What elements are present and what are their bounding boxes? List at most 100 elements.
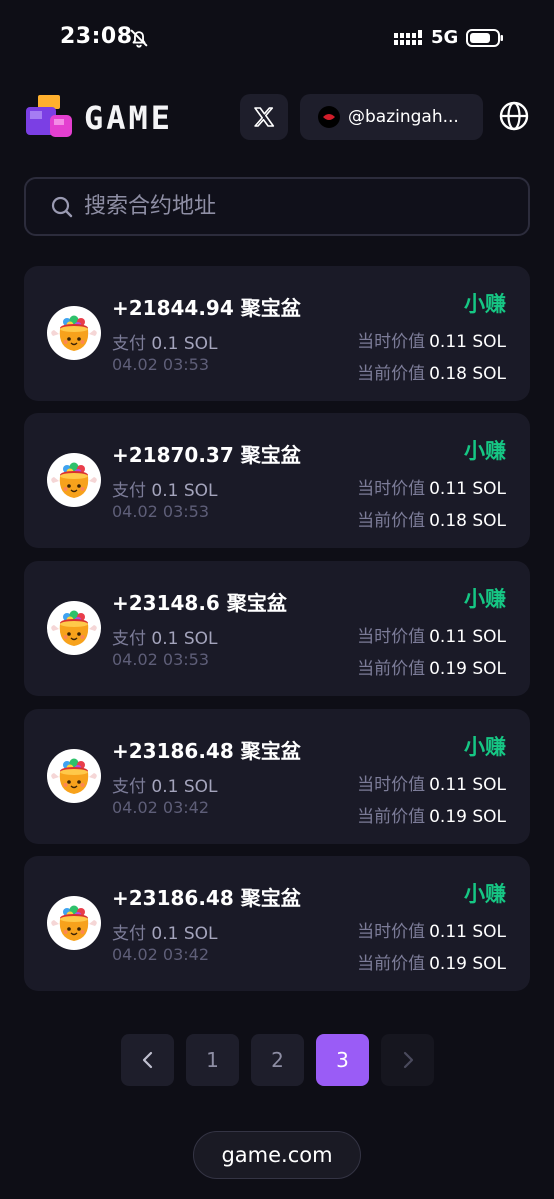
card-token-name: 聚宝盆 — [240, 443, 301, 467]
card-pay: 支付 0.1 SOL — [112, 476, 218, 501]
next-page-button[interactable] — [381, 1034, 434, 1086]
card-amount: +23186.48 — [112, 739, 234, 763]
card-date: 04.02 03:53 — [112, 502, 209, 521]
globe-icon[interactable] — [497, 99, 531, 133]
pay-value: 0.1 SOL — [151, 777, 218, 797]
chevron-left-icon — [142, 1051, 152, 1069]
chevron-right-icon — [403, 1051, 413, 1069]
pay-value: 0.1 SOL — [151, 334, 218, 354]
user-avatar — [318, 106, 340, 128]
value-at-time: 0.11 SOL — [429, 479, 506, 499]
pay-value: 0.1 SOL — [151, 924, 218, 944]
card-title: +23186.48 聚宝盆 — [112, 735, 301, 764]
brand-name[interactable]: GAME — [84, 99, 173, 137]
search-input[interactable] — [84, 194, 504, 219]
current-value: 0.19 SOL — [429, 659, 506, 679]
card-pay: 支付 0.1 SOL — [112, 329, 218, 354]
network-label: 5G — [431, 27, 459, 48]
current-value: 0.18 SOL — [429, 364, 506, 384]
footer-domain-link[interactable]: game.com — [193, 1131, 361, 1179]
username-label: @bazingah... — [348, 107, 459, 127]
search-icon — [51, 196, 73, 217]
value-at-time: 0.11 SOL — [429, 922, 506, 942]
treasure-pot-icon — [51, 905, 97, 941]
treasure-pot-icon — [51, 315, 97, 351]
user-account-button[interactable]: @bazingah... — [300, 94, 483, 140]
current-value-row: 当前价值 0.19 SOL — [357, 654, 506, 679]
current-value-row: 当前价值 0.18 SOL — [357, 359, 506, 384]
pay-label: 支付 — [112, 629, 146, 649]
card-title: +21844.94 聚宝盆 — [112, 292, 301, 321]
current-value-row: 当前价值 0.19 SOL — [357, 949, 506, 974]
page-button-2[interactable]: 2 — [251, 1034, 304, 1086]
token-avatar — [47, 896, 101, 950]
treasure-pot-icon — [51, 758, 97, 794]
profit-badge: 小赚 — [464, 735, 506, 759]
value-at-time-label: 当时价值 — [357, 627, 426, 647]
card-date: 04.02 03:42 — [112, 798, 209, 817]
pay-label: 支付 — [112, 334, 146, 354]
pay-label: 支付 — [112, 481, 146, 501]
status-bar: 23:08 5G — [0, 0, 554, 75]
card-amount: +21844.94 — [112, 296, 234, 320]
current-value: 0.19 SOL — [429, 954, 506, 974]
card-title: +23148.6 聚宝盆 — [112, 587, 287, 616]
profit-badge: 小赚 — [464, 439, 506, 463]
x-social-button[interactable] — [240, 94, 288, 140]
current-value-label: 当前价值 — [357, 954, 426, 974]
card-token-name: 聚宝盆 — [226, 591, 287, 615]
pay-value: 0.1 SOL — [151, 481, 218, 501]
card-pay: 支付 0.1 SOL — [112, 772, 218, 797]
prev-page-button[interactable] — [121, 1034, 174, 1086]
x-logo-icon — [254, 107, 275, 127]
card-pay: 支付 0.1 SOL — [112, 919, 218, 944]
signal-icon — [394, 30, 422, 45]
current-value-label: 当前价值 — [357, 364, 426, 384]
token-avatar — [47, 601, 101, 655]
card-amount: +23186.48 — [112, 886, 234, 910]
page-button-3[interactable]: 3 — [316, 1034, 369, 1086]
current-value: 0.19 SOL — [429, 807, 506, 827]
status-time: 23:08 — [60, 24, 133, 49]
value-at-time-row: 当时价值 0.11 SOL — [357, 474, 506, 499]
pagination: 1 2 3 — [0, 1034, 554, 1086]
current-value-label: 当前价值 — [357, 807, 426, 827]
card-title: +23186.48 聚宝盆 — [112, 882, 301, 911]
treasure-pot-icon — [51, 462, 97, 498]
card-date: 04.02 03:53 — [112, 650, 209, 669]
card-date: 04.02 03:42 — [112, 945, 209, 964]
card-token-name: 聚宝盆 — [240, 886, 301, 910]
token-avatar — [47, 453, 101, 507]
trade-card[interactable]: +23186.48 聚宝盆 支付 0.1 SOL 04.02 03:42 小赚 … — [24, 856, 530, 991]
value-at-time-label: 当时价值 — [357, 775, 426, 795]
bell-off-icon — [130, 29, 148, 48]
battery-icon — [466, 29, 503, 47]
token-avatar — [47, 749, 101, 803]
page-button-1[interactable]: 1 — [186, 1034, 239, 1086]
value-at-time-row: 当时价值 0.11 SOL — [357, 622, 506, 647]
card-amount: +23148.6 — [112, 591, 220, 615]
value-at-time: 0.11 SOL — [429, 627, 506, 647]
current-value-row: 当前价值 0.18 SOL — [357, 506, 506, 531]
trade-card[interactable]: +21870.37 聚宝盆 支付 0.1 SOL 04.02 03:53 小赚 … — [24, 413, 530, 548]
value-at-time: 0.11 SOL — [429, 775, 506, 795]
current-value-label: 当前价值 — [357, 659, 426, 679]
card-pay: 支付 0.1 SOL — [112, 624, 218, 649]
search-bar[interactable] — [24, 177, 530, 236]
profit-badge: 小赚 — [464, 882, 506, 906]
value-at-time-row: 当时价值 0.11 SOL — [357, 327, 506, 352]
value-at-time-label: 当时价值 — [357, 332, 426, 352]
app-header: GAME @bazingah... — [0, 86, 554, 150]
value-at-time-row: 当时价值 0.11 SOL — [357, 917, 506, 942]
token-avatar — [47, 306, 101, 360]
card-amount: +21870.37 — [112, 443, 234, 467]
game-logo-icon[interactable] — [22, 93, 76, 143]
card-token-name: 聚宝盆 — [240, 296, 301, 320]
pay-label: 支付 — [112, 924, 146, 944]
value-at-time-label: 当时价值 — [357, 479, 426, 499]
trade-card[interactable]: +21844.94 聚宝盆 支付 0.1 SOL 04.02 03:53 小赚 … — [24, 266, 530, 401]
card-token-name: 聚宝盆 — [240, 739, 301, 763]
trade-card[interactable]: +23186.48 聚宝盆 支付 0.1 SOL 04.02 03:42 小赚 … — [24, 709, 530, 844]
pay-value: 0.1 SOL — [151, 629, 218, 649]
trade-card[interactable]: +23148.6 聚宝盆 支付 0.1 SOL 04.02 03:53 小赚 当… — [24, 561, 530, 696]
